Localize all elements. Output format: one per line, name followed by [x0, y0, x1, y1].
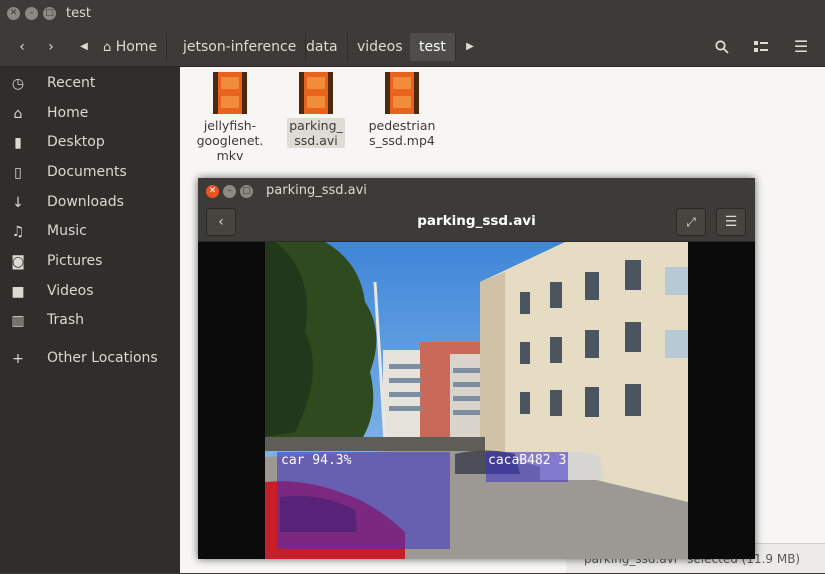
file-name: jellyfish- googlenet. mkv: [196, 118, 264, 163]
search-icon: [715, 40, 729, 54]
sidebar-item-label: Other Locations: [47, 350, 158, 366]
toolbar: ‹ › ◀ ⌂ Home jetson-inference data video…: [0, 28, 825, 67]
player-headerbar: ‹ parking_ssd.avi ⤢ ☰: [198, 204, 755, 242]
file-name: pedestrian s_ssd.mp4: [368, 118, 436, 148]
sidebar-item-downloads[interactable]: ↓ Downloads: [0, 189, 180, 217]
sidebar-item-label: Home: [47, 105, 89, 121]
sidebar-item-label: Trash: [47, 312, 84, 328]
home-icon: ⌂: [13, 106, 23, 122]
trash-icon: ▥: [11, 313, 25, 329]
sidebar-item-label: Music: [47, 223, 87, 239]
player-menu-button[interactable]: ☰: [716, 208, 746, 236]
triangle-right-icon: ▶: [466, 41, 474, 52]
clock-icon: ◷: [11, 76, 25, 92]
file-name: parking_ ssd.avi: [287, 118, 345, 148]
video-icon: ■: [11, 284, 25, 300]
fullscreen-icon: ⤢: [686, 215, 696, 229]
minimize-player-button[interactable]: –: [223, 185, 236, 198]
sidebar-item-home[interactable]: ⌂ Home: [0, 100, 180, 128]
camera-icon: ◙: [11, 254, 25, 270]
player-header-title: parking_ssd.avi: [417, 213, 536, 229]
sidebar-item-label: Pictures: [47, 253, 103, 269]
detection-label: car 94.3%: [281, 453, 352, 468]
list-view-icon: [754, 41, 768, 52]
hamburger-menu-icon: ☰: [724, 214, 738, 230]
player-window-title: parking_ssd.avi: [266, 183, 367, 198]
document-icon: ▯: [14, 165, 22, 181]
breadcrumb-videos[interactable]: videos: [348, 33, 413, 61]
detection-label: cacaB482 3: [488, 453, 567, 468]
street-scene-image: [265, 242, 688, 559]
breadcrumb-test[interactable]: test: [410, 33, 456, 61]
triangle-left-icon: ◀: [80, 41, 88, 52]
player-titlebar: ✕ – □ parking_ssd.avi: [198, 178, 755, 204]
forward-button[interactable]: ›: [37, 33, 65, 61]
video-file-icon: [213, 72, 247, 114]
sidebar-item-recent[interactable]: ◷ Recent: [0, 70, 180, 98]
breadcrumb-data[interactable]: data: [297, 33, 348, 61]
path-scroll-left-button[interactable]: ◀: [76, 33, 92, 61]
video-frame: car 94.3% cacaB482 3: [265, 242, 688, 559]
sidebar-item-other-locations[interactable]: + Other Locations: [0, 345, 180, 373]
close-player-button[interactable]: ✕: [206, 185, 219, 198]
fullscreen-button[interactable]: ⤢: [676, 208, 706, 236]
back-button[interactable]: ‹: [8, 33, 36, 61]
download-icon: ↓: [12, 195, 24, 211]
sidebar-item-label: Recent: [47, 75, 96, 91]
breadcrumb-home[interactable]: ⌂ Home: [94, 33, 168, 61]
search-button[interactable]: [706, 33, 738, 61]
chevron-right-icon: ›: [48, 39, 54, 55]
file-item-selected[interactable]: parking_ ssd.avi: [276, 72, 356, 149]
breadcrumb-home-label: Home: [115, 39, 158, 55]
music-icon: ♫: [11, 224, 25, 240]
sidebar-item-label: Videos: [47, 283, 94, 299]
maximize-player-button[interactable]: □: [240, 185, 253, 198]
sidebar-item-documents[interactable]: ▯ Documents: [0, 159, 180, 187]
plus-icon: +: [12, 351, 24, 367]
menu-button[interactable]: ☰: [785, 33, 817, 61]
sidebar-item-music[interactable]: ♫ Music: [0, 218, 180, 246]
desktop-icon: ▮: [14, 135, 22, 151]
video-file-icon: [385, 72, 419, 114]
sidebar: ◷ Recent ⌂ Home ▮ Desktop ▯ Documents ↓ …: [0, 67, 180, 573]
window-title: test: [66, 6, 91, 21]
sidebar-item-label: Downloads: [47, 194, 124, 210]
minimize-window-button[interactable]: –: [25, 7, 38, 20]
sidebar-item-trash[interactable]: ▥ Trash: [0, 307, 180, 335]
breadcrumb-jetson-inference[interactable]: jetson-inference: [174, 33, 307, 61]
video-player-window: ✕ – □ parking_ssd.avi ‹ parking_ssd.avi …: [198, 178, 755, 559]
file-item[interactable]: pedestrian s_ssd.mp4: [362, 72, 442, 148]
hamburger-menu-icon: ☰: [793, 37, 809, 56]
chevron-left-icon: ‹: [19, 39, 25, 55]
sidebar-item-label: Desktop: [47, 134, 105, 150]
sidebar-item-videos[interactable]: ■ Videos: [0, 278, 180, 306]
sidebar-item-desktop[interactable]: ▮ Desktop: [0, 129, 180, 157]
video-area[interactable]: car 94.3% cacaB482 3: [198, 242, 755, 559]
sidebar-item-label: Documents: [47, 164, 127, 180]
window-titlebar: ✕ – □ test: [0, 0, 825, 28]
view-toggle-button[interactable]: [745, 33, 777, 61]
path-scroll-right-button[interactable]: ▶: [462, 33, 478, 61]
video-file-icon: [299, 72, 333, 114]
home-icon: ⌂: [103, 40, 112, 55]
maximize-window-button[interactable]: □: [43, 7, 56, 20]
file-item[interactable]: jellyfish- googlenet. mkv: [190, 72, 270, 163]
sidebar-item-pictures[interactable]: ◙ Pictures: [0, 248, 180, 276]
close-window-button[interactable]: ✕: [7, 7, 20, 20]
